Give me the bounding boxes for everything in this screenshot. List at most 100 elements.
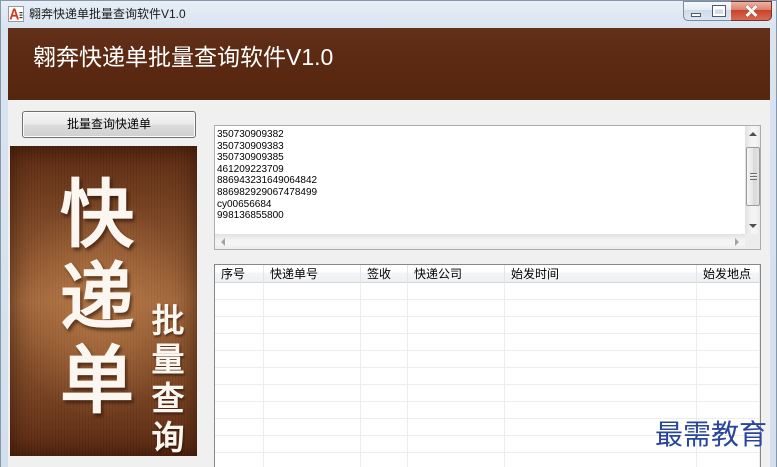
column-header-departure-place[interactable]: 始发地点 xyxy=(697,265,760,283)
grip-icon xyxy=(750,173,757,180)
grid-row xyxy=(215,317,760,334)
grid-cell xyxy=(215,385,264,402)
watermark: 最需教育 xyxy=(655,418,768,451)
grid-cell xyxy=(361,453,408,467)
grid-cell xyxy=(408,436,505,453)
grid-cell xyxy=(408,351,505,368)
grid-cell xyxy=(505,402,697,419)
app-header: 翱奔快递单批量查询软件V1.0 xyxy=(8,28,770,100)
grid-cell xyxy=(215,402,264,419)
grid-cell xyxy=(408,453,505,467)
grid-cell xyxy=(264,453,361,467)
grid-cell xyxy=(361,334,408,351)
maximize-button[interactable] xyxy=(707,1,732,21)
grid-cell xyxy=(215,453,264,467)
banner-char: 递 xyxy=(60,255,134,341)
grid-cell xyxy=(697,317,760,334)
grid-cell xyxy=(408,300,505,317)
grid-cell xyxy=(505,300,697,317)
grid-cell xyxy=(264,385,361,402)
banner-main-text: 快 递 单 xyxy=(58,174,136,423)
title-bar[interactable]: 翱奔快递单批量查询软件V1.0 xyxy=(1,1,776,28)
grid-cell xyxy=(408,317,505,334)
grid-cell xyxy=(408,419,505,436)
grid-cell xyxy=(408,402,505,419)
grid-row xyxy=(215,402,760,419)
grid-cell xyxy=(215,351,264,368)
grid-cell xyxy=(264,283,361,300)
scroll-right-button[interactable] xyxy=(728,235,745,249)
grid-cell xyxy=(408,385,505,402)
grid-cell xyxy=(505,334,697,351)
grid-cell xyxy=(697,351,760,368)
banner-sub-text: 批 量 查 询 xyxy=(150,301,186,456)
column-header-tracking-number[interactable]: 快递单号 xyxy=(264,265,361,283)
grid-cell xyxy=(697,368,760,385)
scrollbar-thumb[interactable] xyxy=(746,147,760,206)
grid-cell xyxy=(505,453,697,467)
grid-cell xyxy=(264,368,361,385)
right-arrow-icon xyxy=(735,238,739,246)
grid-cell xyxy=(361,385,408,402)
grid-cell xyxy=(215,419,264,436)
grid-cell xyxy=(264,317,361,334)
grid-cell xyxy=(264,419,361,436)
listview-header: 序号 快递单号 签收 快递公司 始发时间 始发地点 xyxy=(215,265,760,283)
up-arrow-icon xyxy=(749,132,757,136)
grid-cell xyxy=(264,300,361,317)
batch-query-button[interactable]: 批量查询快递单 xyxy=(22,111,196,138)
close-button[interactable] xyxy=(731,1,772,21)
grid-cell xyxy=(408,334,505,351)
app-icon[interactable] xyxy=(8,6,24,22)
down-arrow-icon xyxy=(749,224,757,228)
column-header-courier[interactable]: 快递公司 xyxy=(408,265,505,283)
grid-row xyxy=(215,334,760,351)
scrollbar-corner xyxy=(745,234,760,249)
grid-cell xyxy=(505,385,697,402)
client-area: 批量查询快递单 快 递 单 批 量 查 询 350730909382 35073… xyxy=(8,100,770,467)
grid-cell xyxy=(361,351,408,368)
grid-cell xyxy=(697,300,760,317)
column-header-index[interactable]: 序号 xyxy=(215,265,264,283)
grid-cell xyxy=(505,368,697,385)
column-header-signed[interactable]: 签收 xyxy=(361,265,408,283)
grid-cell xyxy=(697,402,760,419)
grid-cell xyxy=(505,283,697,300)
vertical-scrollbar[interactable] xyxy=(745,126,760,234)
banner-char: 快 xyxy=(60,172,134,258)
scroll-left-button[interactable] xyxy=(215,235,232,249)
grid-cell xyxy=(697,283,760,300)
banner-sub-char: 查 xyxy=(151,379,185,418)
column-header-departure-time[interactable]: 始发时间 xyxy=(505,265,697,283)
grid-cell xyxy=(215,300,264,317)
grid-row xyxy=(215,368,760,385)
grid-row xyxy=(215,300,760,317)
minimize-button[interactable] xyxy=(683,1,708,21)
grid-cell xyxy=(505,351,697,368)
grid-cell xyxy=(361,419,408,436)
horizontal-scrollbar[interactable] xyxy=(215,234,745,249)
grid-row xyxy=(215,453,760,467)
minimize-icon xyxy=(691,13,701,17)
grid-cell xyxy=(215,283,264,300)
grid-row xyxy=(215,385,760,402)
grid-row xyxy=(215,351,760,368)
scroll-down-button[interactable] xyxy=(746,217,760,234)
grid-cell xyxy=(361,402,408,419)
grid-cell xyxy=(264,334,361,351)
banner-sub-char: 批 xyxy=(151,301,185,340)
scroll-up-button[interactable] xyxy=(746,126,760,143)
grid-cell xyxy=(215,436,264,453)
grid-cell xyxy=(361,317,408,334)
grid-cell xyxy=(215,317,264,334)
banner-sub-char: 量 xyxy=(151,340,185,379)
grid-cell xyxy=(505,317,697,334)
grid-cell xyxy=(264,351,361,368)
header-title: 翱奔快递单批量查询软件V1.0 xyxy=(33,44,334,70)
tracking-number-box[interactable]: 350730909382 350730909383 350730909385 4… xyxy=(214,125,761,250)
banner-sub-char: 询 xyxy=(151,418,185,456)
tracking-number-input[interactable]: 350730909382 350730909383 350730909385 4… xyxy=(215,126,745,234)
grid-cell xyxy=(697,453,760,467)
close-icon xyxy=(746,5,756,17)
grid-cell xyxy=(264,436,361,453)
